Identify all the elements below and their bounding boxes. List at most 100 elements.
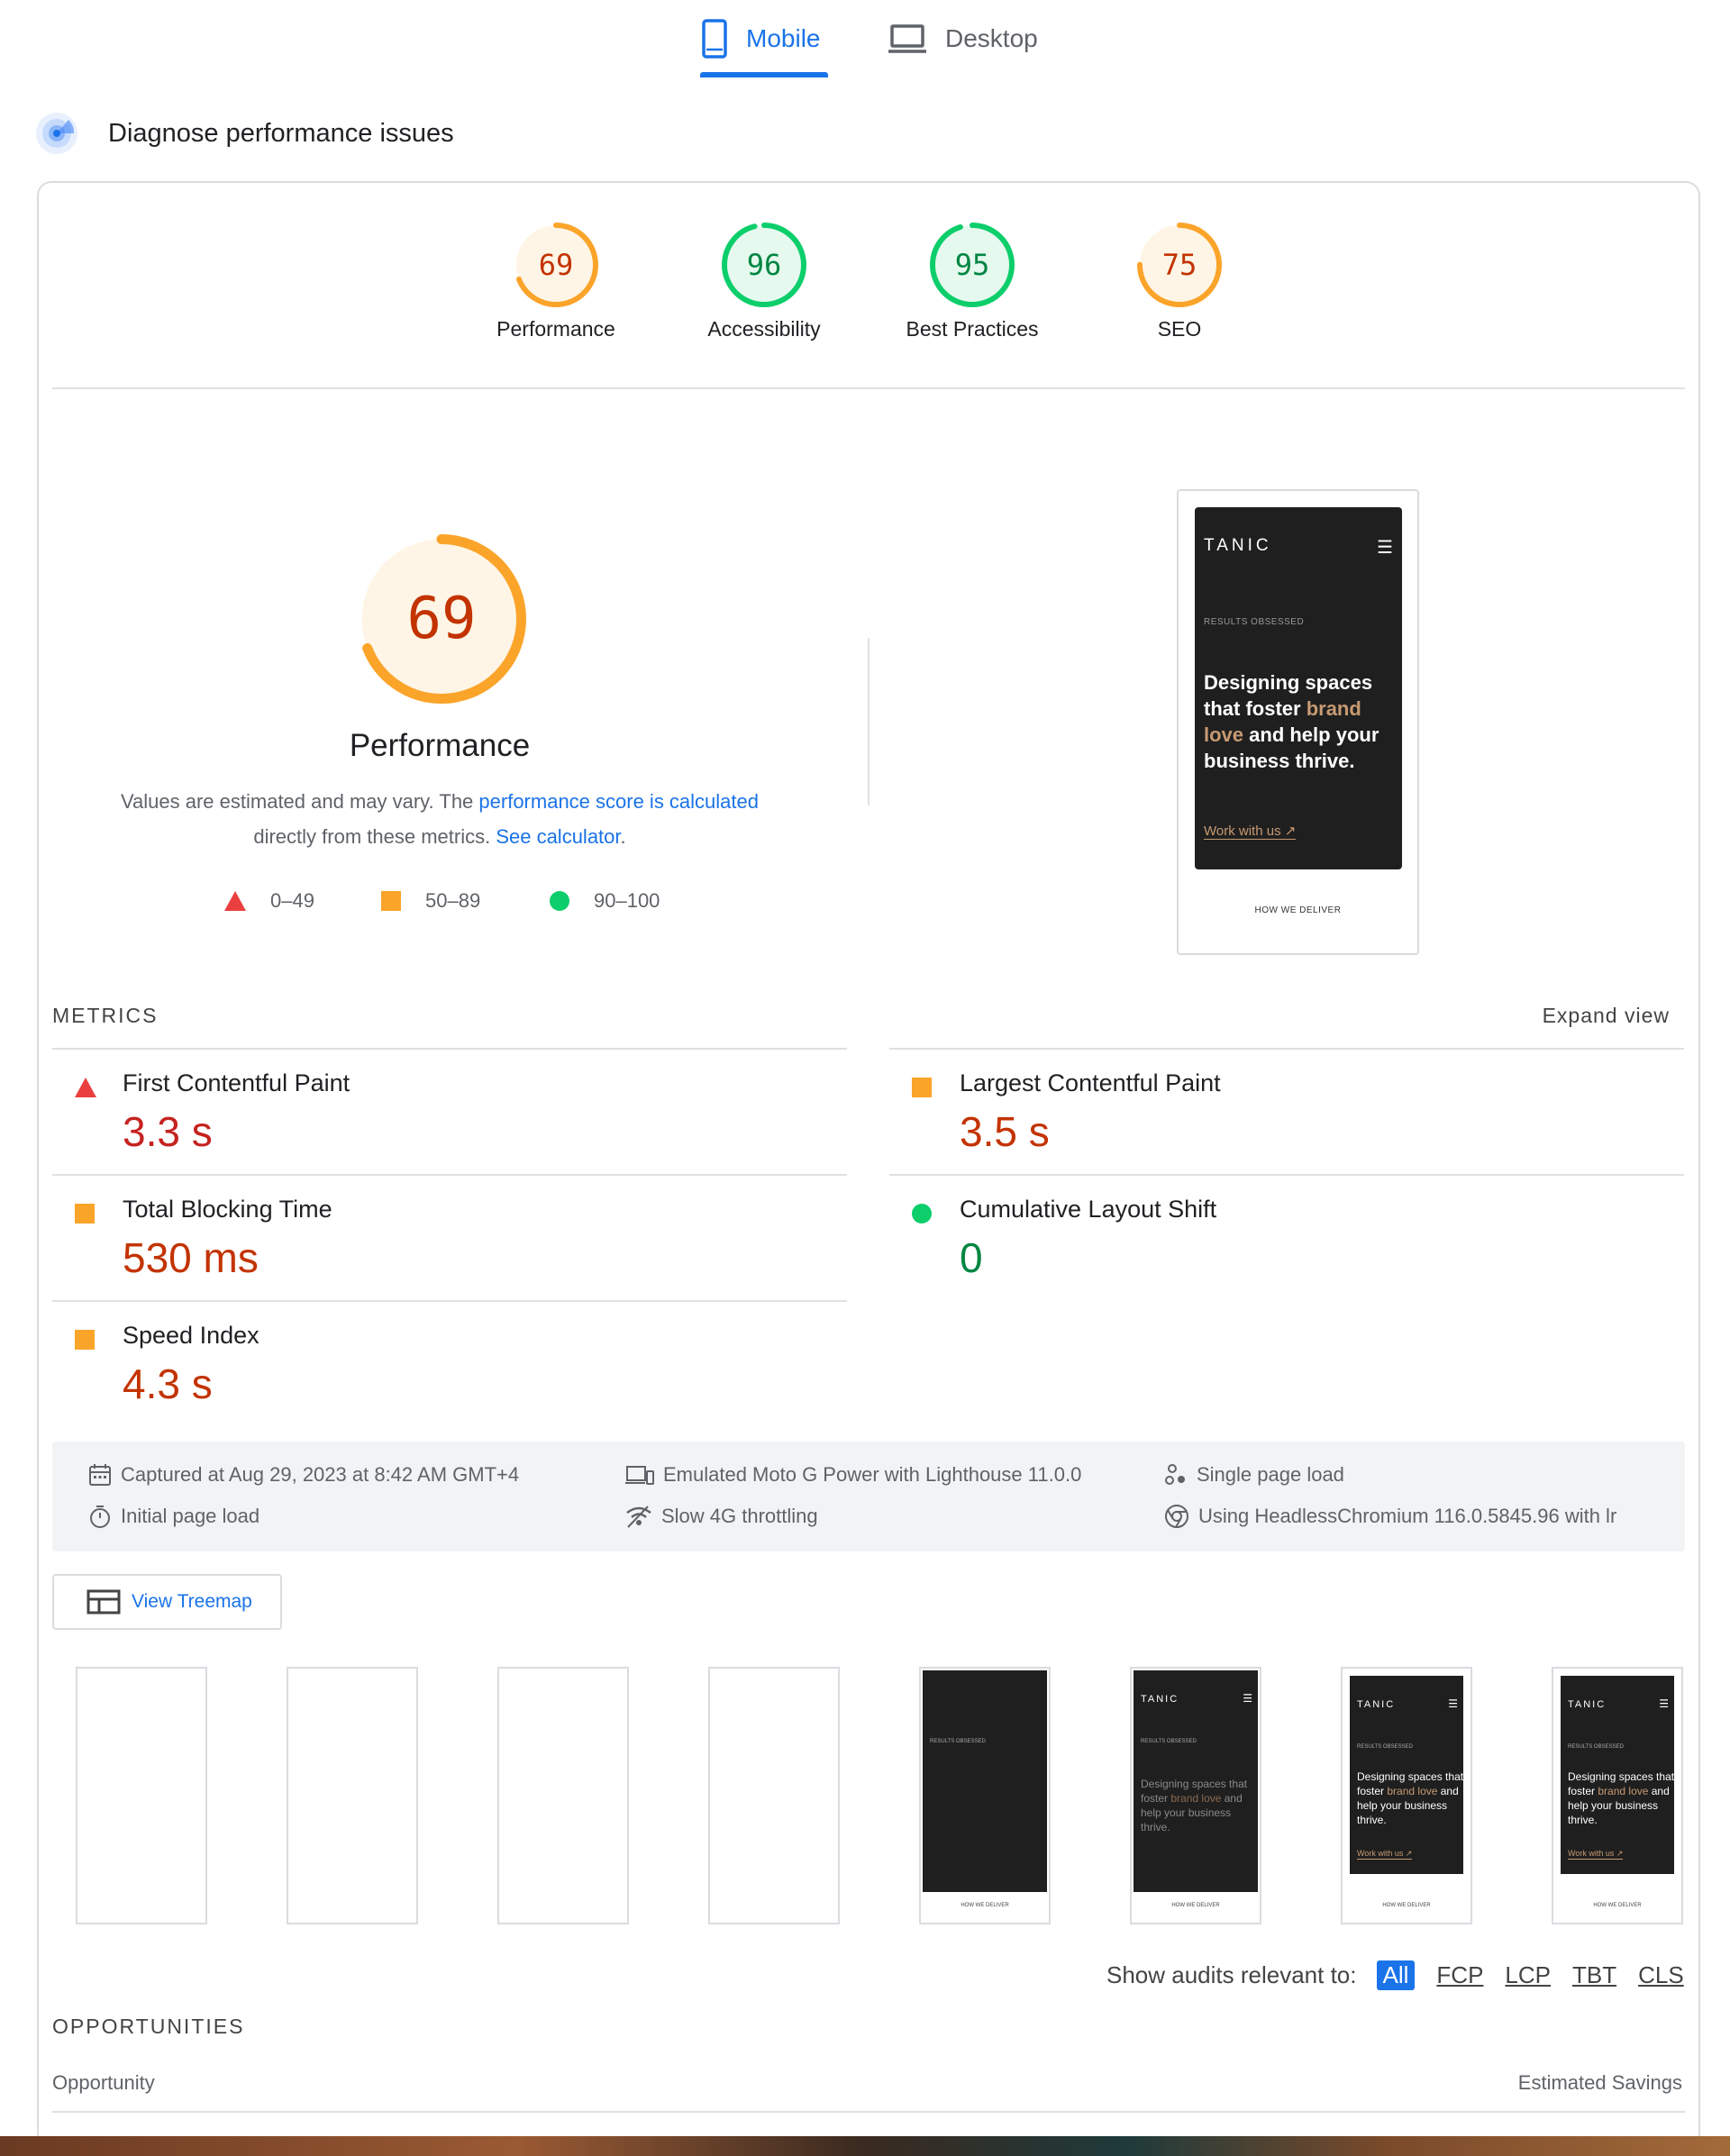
red-triangle-icon xyxy=(75,1078,96,1097)
filter-chip-lcp[interactable]: LCP xyxy=(1505,1961,1551,1989)
screenshot-tagline: RESULTS OBSESSED xyxy=(1204,617,1305,627)
tab-mobile[interactable]: Mobile xyxy=(701,16,820,61)
frame-tagline: RESULTS OBSESSED xyxy=(1357,1744,1413,1750)
note-text-1: Values are estimated and may vary. The xyxy=(120,790,479,813)
active-tab-indicator xyxy=(700,72,828,77)
screenshot-hero: TANIC ☰ RESULTS OBSESSED Designing space… xyxy=(1195,507,1402,869)
see-calculator-link[interactable]: See calculator xyxy=(496,825,620,848)
env-captured: Captured at Aug 29, 2023 at 8:42 AM GMT+… xyxy=(88,1461,519,1488)
env-throttling-text: Slow 4G throttling xyxy=(661,1505,818,1527)
calendar-icon xyxy=(89,1464,111,1486)
tab-desktop-label: Desktop xyxy=(945,24,1038,52)
hamburger-icon: ☰ xyxy=(1659,1697,1669,1710)
stopwatch-icon xyxy=(90,1506,110,1528)
frame-headline: Designing spaces that foster brand love … xyxy=(1141,1777,1256,1834)
network-signal-icon xyxy=(626,1506,651,1528)
tab-desktop[interactable]: Desktop xyxy=(888,16,1038,61)
legend-range: 0–49 xyxy=(270,889,314,912)
env-browser: Using HeadlessChromium 116.0.5845.96 wit… xyxy=(1164,1503,1616,1530)
view-treemap-button[interactable]: View Treemap xyxy=(52,1574,282,1630)
gauge-seo[interactable]: 75 SEO xyxy=(1089,222,1270,341)
session-icon xyxy=(1165,1464,1185,1485)
orange-square-icon xyxy=(381,891,401,911)
filmstrip-frame: TANIC ☰ RESULTS OBSESSED Designing space… xyxy=(1341,1667,1472,1924)
frame-brand: TANIC xyxy=(1141,1694,1179,1705)
frame-footer: HOW WE DELIVER xyxy=(961,1903,1009,1908)
smartphone-icon xyxy=(702,19,727,59)
gauge-value: 96 xyxy=(746,248,782,282)
diagnose-heading: Diagnose performance issues xyxy=(34,106,454,160)
green-circle-icon xyxy=(912,1204,932,1224)
devices-icon xyxy=(625,1466,654,1485)
frame-footer: HOW WE DELIVER xyxy=(1382,1903,1431,1908)
filmstrip-frame xyxy=(497,1667,629,1924)
screenshot-headline: Designing spaces that foster brand love … xyxy=(1204,669,1398,774)
performance-title: Performance xyxy=(349,728,531,763)
desktop-background-strip xyxy=(0,2136,1730,2156)
final-screenshot[interactable]: TANIC ☰ RESULTS OBSESSED Designing space… xyxy=(1177,489,1419,955)
green-circle-icon xyxy=(550,891,569,911)
gauges-divider xyxy=(52,387,1685,389)
chromium-icon xyxy=(1165,1505,1188,1528)
gauge-performance[interactable]: 69 Performance xyxy=(466,222,646,341)
hamburger-icon: ☰ xyxy=(1377,538,1393,558)
performance-gauge-large: 69 xyxy=(356,533,527,705)
opportunity-column-header: Opportunity xyxy=(52,2071,155,2094)
filmstrip-frame: RESULTS OBSESSED HOW WE DELIVER xyxy=(919,1667,1051,1924)
metric-name: Largest Contentful Paint xyxy=(960,1069,1221,1096)
frame-hero: RESULTS OBSESSED xyxy=(923,1670,1047,1892)
filter-chip-fcp[interactable]: FCP xyxy=(1436,1961,1483,1989)
metric-name: First Contentful Paint xyxy=(123,1069,351,1096)
frame-tagline: RESULTS OBSESSED xyxy=(1568,1744,1624,1750)
audit-filter: Show audits relevant to: All FCP LCP TBT… xyxy=(1106,1957,1684,1993)
score-gauges: 69 Performance 96 Accessibility 95 Best … xyxy=(0,222,1730,366)
env-session: Single page load xyxy=(1164,1461,1344,1488)
red-triangle-icon xyxy=(224,891,246,911)
metric-speed-index: Speed Index 4.3 s xyxy=(52,1302,847,1426)
hero-accent: brand xyxy=(1170,1792,1199,1805)
env-initial-load-text: Initial page load xyxy=(121,1505,260,1527)
frame-cta: Work with us ↗ xyxy=(1568,1849,1624,1860)
filter-chip-tbt[interactable]: TBT xyxy=(1572,1961,1616,1989)
metric-largest-contentful-paint: Largest Contentful Paint 3.5 s xyxy=(889,1050,1684,1174)
hero-accent: love xyxy=(1201,1792,1222,1805)
env-device-text: Emulated Moto G Power with Lighthouse 11… xyxy=(663,1463,1082,1486)
orange-square-icon xyxy=(75,1204,95,1224)
gauge-label: SEO xyxy=(1157,317,1202,341)
hero-accent: love xyxy=(1628,1785,1649,1797)
legend-average: 50–89 xyxy=(380,885,480,917)
gauge-label: Accessibility xyxy=(707,317,821,341)
screenshot-footer: HOW WE DELIVER xyxy=(1254,905,1342,915)
note-text-3: . xyxy=(620,825,626,848)
opportunities-section-label: OPPORTUNITIES xyxy=(52,2015,245,2038)
filter-chip-cls[interactable]: CLS xyxy=(1638,1961,1684,1989)
filter-chip-all[interactable]: All xyxy=(1376,1960,1416,1990)
runtime-settings: Captured at Aug 29, 2023 at 8:42 AM GMT+… xyxy=(52,1442,1685,1551)
gauge-accessibility[interactable]: 96 Accessibility xyxy=(674,222,854,341)
audit-filter-label: Show audits relevant to: xyxy=(1106,1960,1357,1988)
filmstrip-frame: TANIC ☰ RESULTS OBSESSED Designing space… xyxy=(1130,1667,1261,1924)
hero-accent: brand xyxy=(1306,697,1361,720)
filmstrip-frame xyxy=(287,1667,418,1924)
frame-cta: Work with us ↗ xyxy=(1357,1849,1413,1860)
vertical-separator xyxy=(868,638,870,805)
laptop-icon xyxy=(888,24,926,53)
metric-total-blocking-time: Total Blocking Time 530 ms xyxy=(52,1176,847,1300)
metric-name: Cumulative Layout Shift xyxy=(960,1196,1217,1223)
orange-square-icon xyxy=(75,1330,95,1350)
gauge-best-practices[interactable]: 95 Best Practices xyxy=(882,222,1062,341)
frame-hero: TANIC ☰ RESULTS OBSESSED Designing space… xyxy=(1134,1670,1258,1892)
metric-cumulative-layout-shift: Cumulative Layout Shift 0 xyxy=(889,1176,1684,1300)
metric-name: Total Blocking Time xyxy=(123,1196,332,1223)
expand-view-toggle[interactable]: Expand view xyxy=(1543,1004,1670,1028)
env-device: Emulated Moto G Power with Lighthouse 11… xyxy=(625,1461,1081,1488)
metric-name: Speed Index xyxy=(123,1322,260,1349)
metric-first-contentful-paint: First Contentful Paint 3.3 s xyxy=(52,1050,847,1174)
frame-footer: HOW WE DELIVER xyxy=(1171,1903,1220,1908)
score-calculated-link[interactable]: performance score is calculated xyxy=(478,790,759,813)
frame-hero: TANIC ☰ RESULTS OBSESSED Designing space… xyxy=(1350,1676,1463,1874)
legend-pass: 90–100 xyxy=(549,885,660,917)
gauge-label: Performance xyxy=(496,317,615,341)
env-captured-text: Captured at Aug 29, 2023 at 8:42 AM GMT+… xyxy=(121,1463,520,1486)
orange-square-icon xyxy=(912,1078,932,1097)
